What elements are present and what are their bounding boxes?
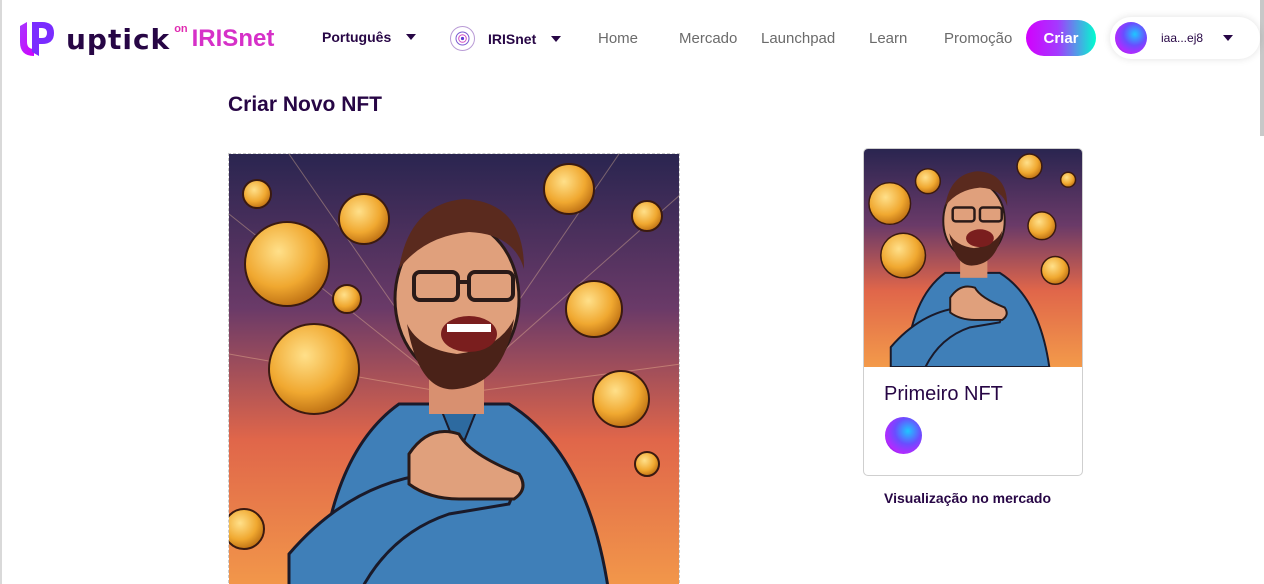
nft-image-upload[interactable] [228, 153, 680, 584]
nav-learn[interactable]: Learn [869, 30, 907, 47]
chevron-down-icon [406, 34, 417, 40]
nft-preview-image [864, 149, 1082, 367]
window-left-border [0, 0, 2, 584]
logo-on-label: on [174, 23, 188, 35]
chevron-down-icon [551, 35, 562, 42]
marketplace-preview-label: Visualização no mercado [884, 490, 1052, 506]
nav-promocao[interactable]: Promoção [944, 30, 1012, 47]
account-address: iaa...ej8 [1161, 31, 1204, 45]
chain-selector[interactable]: IRISnet [450, 26, 562, 51]
logo-wordmark: uptick [66, 22, 171, 56]
page-title: Criar Novo NFT [228, 93, 383, 116]
chevron-down-icon [1223, 35, 1234, 41]
logo-chain-label: IRISnet [191, 25, 275, 52]
language-label: Português [322, 29, 392, 45]
creator-avatar[interactable] [885, 417, 922, 454]
language-selector[interactable]: Português [322, 29, 417, 45]
uptick-logo[interactable]: uptick on IRISnet [16, 17, 274, 61]
nft-artwork-image [229, 154, 679, 584]
avatar [1115, 22, 1147, 54]
create-button[interactable]: Criar [1026, 20, 1096, 56]
top-navigation: uptick on IRISnet Português IRISnet Home… [0, 0, 1264, 78]
nft-preview-card[interactable]: Primeiro NFT [863, 148, 1083, 476]
account-menu[interactable]: iaa...ej8 [1110, 17, 1260, 59]
irisnet-icon [450, 26, 475, 51]
nav-mercado[interactable]: Mercado [679, 30, 737, 47]
nav-launchpad[interactable]: Launchpad [761, 30, 835, 47]
uptick-logo-icon [20, 22, 54, 56]
nav-home[interactable]: Home [598, 30, 638, 47]
nft-name: Primeiro NFT [884, 383, 1003, 405]
chain-label: IRISnet [488, 30, 537, 47]
